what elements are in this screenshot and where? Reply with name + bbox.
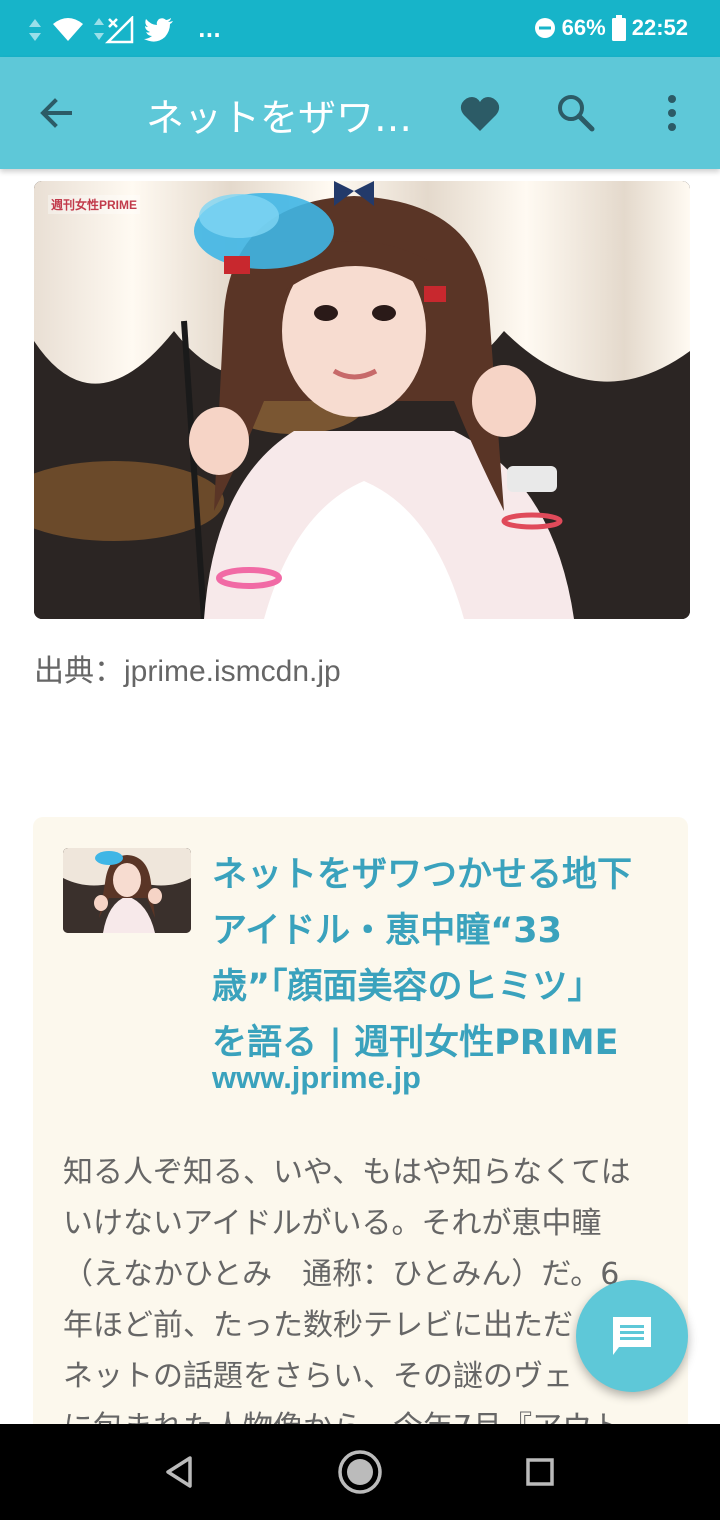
system-nav-bar [0,1424,720,1520]
nav-recents-icon[interactable] [516,1448,564,1496]
link-thumbnail [63,848,191,933]
app-bar: ネットをザワ… [0,57,720,169]
back-arrow-icon[interactable] [34,91,78,135]
battery-percent: 66% [561,15,606,40]
link-title-line: アイドル・恵中瞳“33 [212,911,562,951]
wifi-icon [53,18,83,41]
more-vert-icon[interactable] [650,91,694,135]
description-line: 年ほど前、たった数秒テレビに出ただ [63,1308,573,1343]
status-right: 66% 22:52 [534,12,688,44]
image-source-caption: 出典：jprime.ismcdn.jp [34,655,341,688]
status-overflow: ... [198,18,221,42]
link-title[interactable]: ネットをザワつかせる地下 アイドル・恵中瞳“33 歳”「顔面美容のヒミツ」 を語… [212,847,664,1071]
dnd-icon [534,18,555,38]
signal-off-icon [94,16,134,44]
clock: 22:52 [631,15,688,40]
link-url[interactable]: www.jprime.jp [212,1060,421,1096]
search-icon[interactable] [554,91,598,135]
image-watermark: 週刊女性PRIME [48,195,141,214]
description-line: （えなかひとみ 通称：ひとみん）だ。6 [63,1257,620,1292]
link-title-line: ネットをザワつかせる地下 [212,855,633,895]
data-arrows-icon [29,19,41,41]
link-description: 知る人ぞ知る、いや、もはや知らなくては いけないアイドルがいる。それが恵中瞳 （… [63,1147,663,1453]
nav-back-icon[interactable] [156,1448,204,1496]
link-title-line: 歳”「顔面美容のヒミツ」 [212,967,603,1007]
status-bar: ... 66% 22:52 [0,0,720,57]
page-title: ネットをザワ… [146,96,413,140]
description-line: ネットの話題をさらい、その謎のヴェ [63,1359,573,1394]
description-line: 知る人ぞ知る、いや、もはや知らなくては [63,1155,631,1190]
comment-icon [613,1317,651,1355]
status-left-icons: ... [28,14,221,46]
twitter-icon [144,18,173,42]
heart-icon[interactable] [458,93,502,137]
battery-icon [611,15,626,41]
description-line: いけないアイドルがいる。それが恵中瞳 [63,1206,602,1241]
comment-fab[interactable] [576,1280,688,1392]
article-image[interactable]: 週刊女性PRIME [34,181,690,619]
nav-home-icon[interactable] [336,1448,384,1496]
